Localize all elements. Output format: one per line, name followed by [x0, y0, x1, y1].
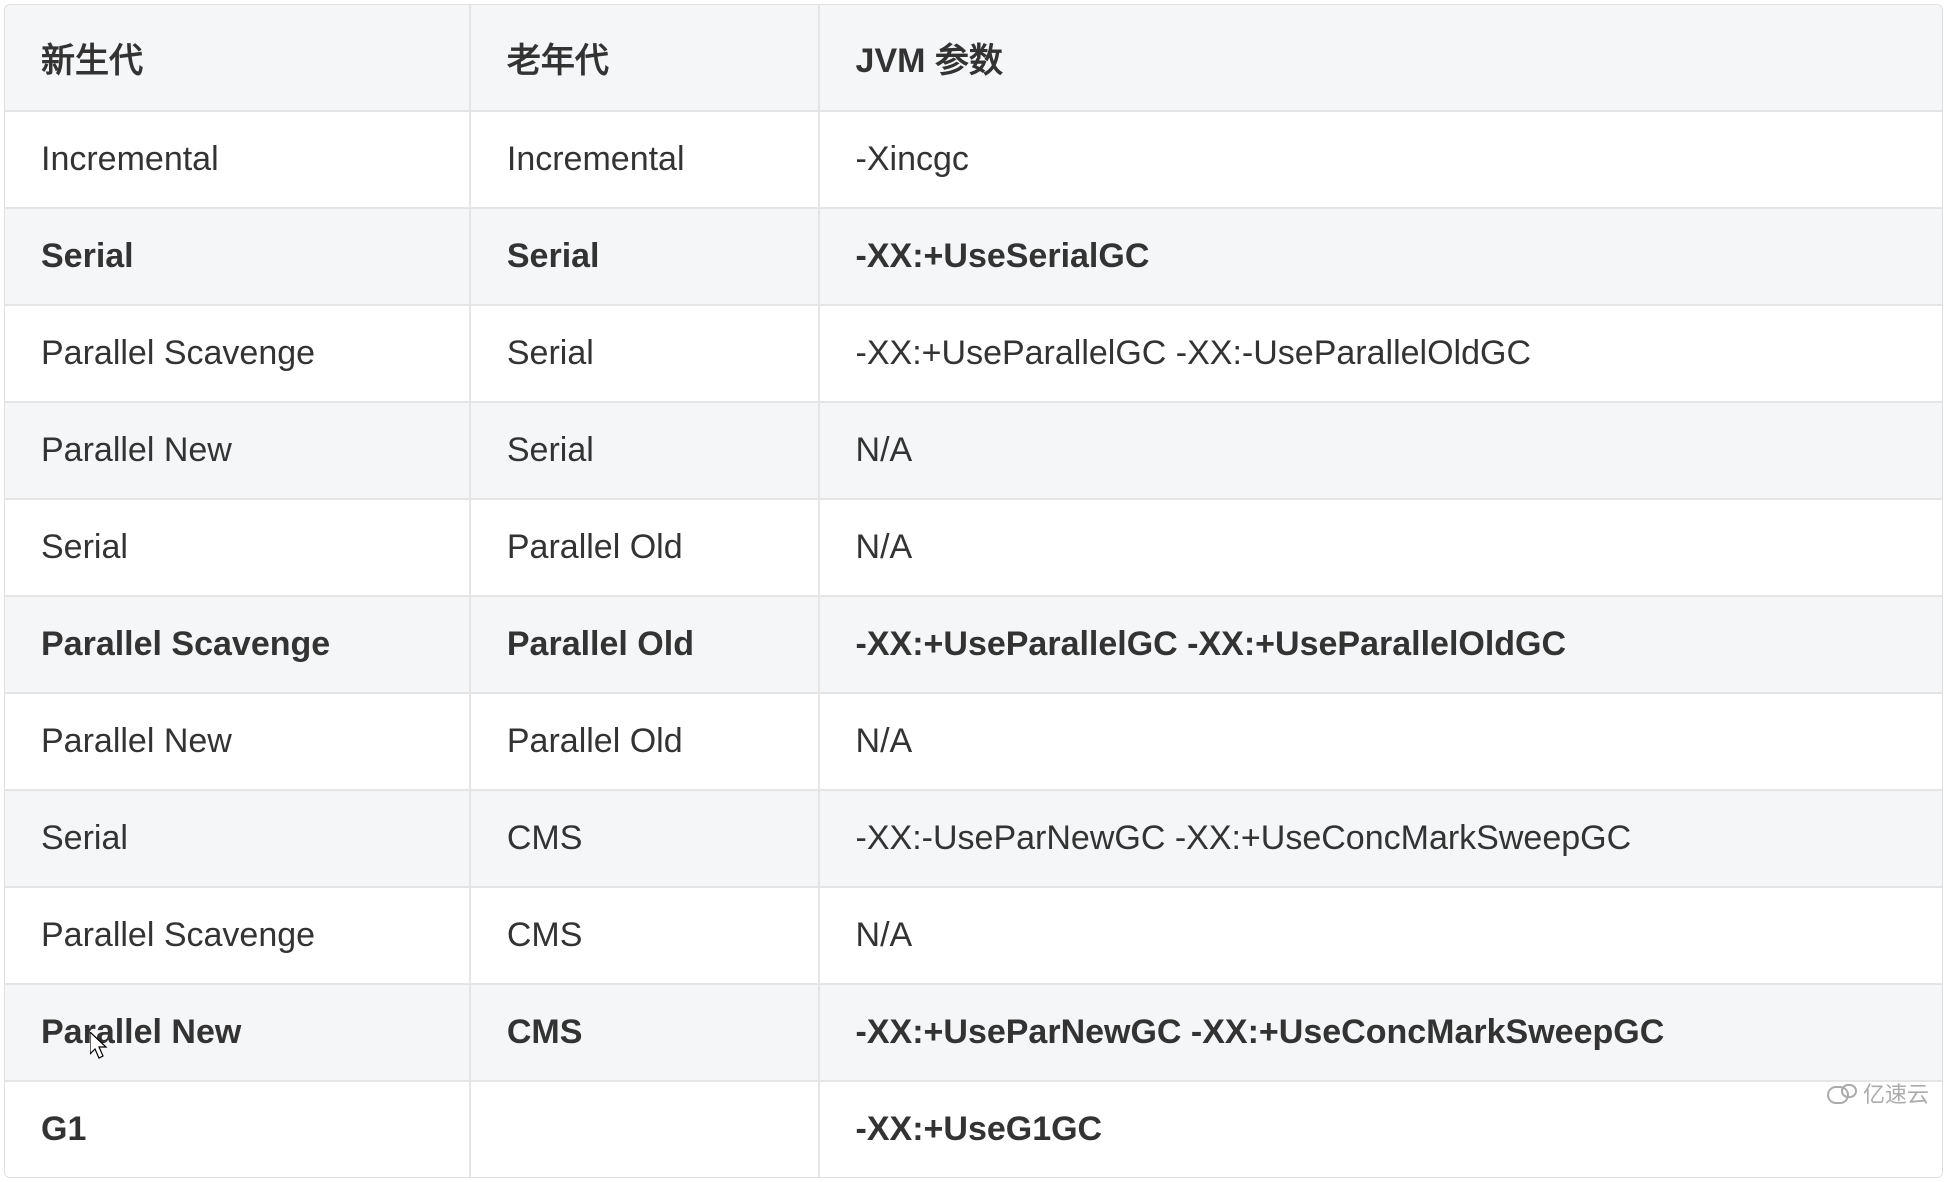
cell-jvm-params: -XX:+UseParallelGC -XX:+UseParallelOldGC [819, 596, 1942, 693]
watermark-text: 亿速云 [1863, 1077, 1929, 1109]
table-row: Parallel Scavenge CMS N/A [5, 887, 1942, 984]
watermark: 亿速云 [1827, 1077, 1929, 1109]
cell-young-gen: Parallel Scavenge [5, 305, 470, 402]
table-row: Parallel New Parallel Old N/A [5, 693, 1942, 790]
table-row: Serial Parallel Old N/A [5, 499, 1942, 596]
cell-old-gen: Serial [470, 305, 819, 402]
table-row: Serial CMS -XX:-UseParNewGC -XX:+UseConc… [5, 790, 1942, 887]
cell-young-gen: Parallel New [5, 984, 470, 1081]
cell-old-gen: CMS [470, 984, 819, 1081]
cell-young-gen: G1 [5, 1081, 470, 1177]
cell-young-gen: Serial [5, 208, 470, 305]
header-young-gen: 新生代 [5, 5, 470, 111]
cell-jvm-params: N/A [819, 693, 1942, 790]
table-row: Serial Serial -XX:+UseSerialGC [5, 208, 1942, 305]
table-row: Parallel New Serial N/A [5, 402, 1942, 499]
table-header-row: 新生代 老年代 JVM 参数 [5, 5, 1942, 111]
cell-young-gen: Parallel New [5, 402, 470, 499]
cell-jvm-params: -Xincgc [819, 111, 1942, 208]
table-row: Parallel Scavenge Parallel Old -XX:+UseP… [5, 596, 1942, 693]
table-body: Incremental Incremental -Xincgc Serial S… [5, 111, 1942, 1177]
cell-jvm-params: N/A [819, 887, 1942, 984]
header-old-gen: 老年代 [470, 5, 819, 111]
gc-table-container: 新生代 老年代 JVM 参数 Incremental Incremental -… [4, 4, 1943, 1178]
header-jvm-params: JVM 参数 [819, 5, 1942, 111]
cell-young-gen: Parallel Scavenge [5, 596, 470, 693]
gc-table: 新生代 老年代 JVM 参数 Incremental Incremental -… [5, 5, 1942, 1177]
cell-old-gen: Serial [470, 208, 819, 305]
cell-young-gen: Serial [5, 499, 470, 596]
cloud-icon [1827, 1082, 1857, 1104]
cell-old-gen: Serial [470, 402, 819, 499]
cell-young-gen: Parallel Scavenge [5, 887, 470, 984]
cell-jvm-params: N/A [819, 499, 1942, 596]
cell-old-gen: Incremental [470, 111, 819, 208]
cell-old-gen [470, 1081, 819, 1177]
cell-old-gen: CMS [470, 887, 819, 984]
cell-old-gen: Parallel Old [470, 499, 819, 596]
cell-jvm-params: -XX:+UseParallelGC -XX:-UseParallelOldGC [819, 305, 1942, 402]
cell-young-gen: Serial [5, 790, 470, 887]
cell-old-gen: Parallel Old [470, 693, 819, 790]
cell-old-gen: Parallel Old [470, 596, 819, 693]
cell-young-gen: Parallel New [5, 693, 470, 790]
cell-jvm-params: -XX:+UseG1GC [819, 1081, 1942, 1177]
table-row: Parallel Scavenge Serial -XX:+UseParalle… [5, 305, 1942, 402]
table-row: Parallel New CMS -XX:+UseParNewGC -XX:+U… [5, 984, 1942, 1081]
cell-jvm-params: -XX:+UseSerialGC [819, 208, 1942, 305]
cell-jvm-params: N/A [819, 402, 1942, 499]
cell-jvm-params: -XX:-UseParNewGC -XX:+UseConcMarkSweepGC [819, 790, 1942, 887]
cell-old-gen: CMS [470, 790, 819, 887]
table-row: G1 -XX:+UseG1GC [5, 1081, 1942, 1177]
cell-jvm-params: -XX:+UseParNewGC -XX:+UseConcMarkSweepGC [819, 984, 1942, 1081]
cell-young-gen: Incremental [5, 111, 470, 208]
table-row: Incremental Incremental -Xincgc [5, 111, 1942, 208]
